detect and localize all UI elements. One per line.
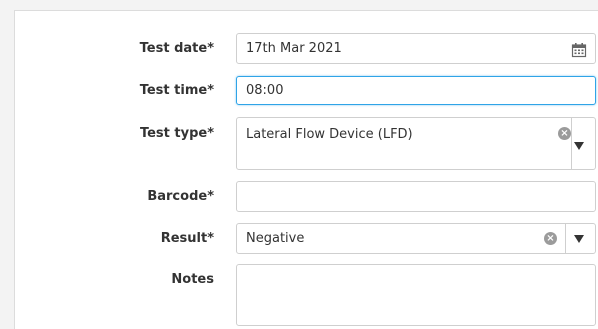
test-time-value: 08:00 (246, 83, 284, 98)
barcode-label: Barcode* (147, 189, 214, 204)
calendar-icon[interactable] (571, 42, 587, 58)
result-value: Negative (246, 231, 305, 246)
notes-label: Notes (171, 272, 214, 287)
top-bar (0, 0, 598, 10)
test-type-select[interactable]: Lateral Flow Device (LFD) × (236, 117, 596, 170)
clear-icon[interactable]: × (544, 232, 557, 245)
test-date-label: Test date* (139, 41, 214, 56)
test-time-input[interactable]: 08:00 (236, 76, 596, 105)
dropdown-divider (571, 118, 572, 169)
test-time-label: Test time* (139, 83, 214, 98)
test-date-value: 17th Mar 2021 (246, 41, 342, 56)
test-type-value: Lateral Flow Device (LFD) (246, 127, 413, 142)
clear-icon[interactable]: × (558, 127, 571, 140)
result-select[interactable]: Negative × (236, 223, 596, 254)
chevron-down-icon[interactable] (574, 142, 584, 150)
test-date-input[interactable]: 17th Mar 2021 (236, 33, 596, 64)
dropdown-divider (565, 224, 566, 253)
barcode-input[interactable] (236, 181, 596, 212)
test-type-label: Test type* (139, 126, 214, 141)
result-label: Result* (160, 231, 214, 246)
notes-textarea[interactable] (236, 264, 596, 326)
chevron-down-icon[interactable] (574, 235, 584, 243)
